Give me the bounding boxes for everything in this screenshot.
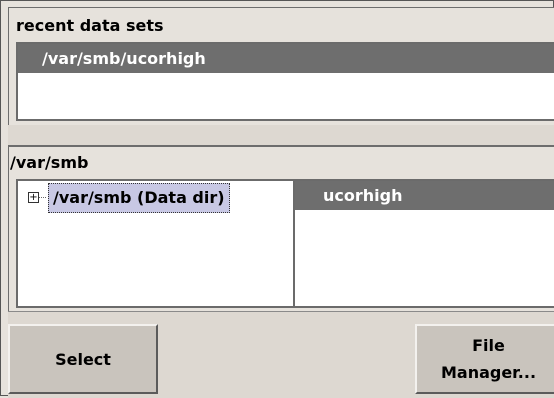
panel-separator bbox=[8, 125, 554, 145]
select-button[interactable]: Select bbox=[8, 324, 158, 394]
select-button-label: Select bbox=[55, 349, 111, 369]
file-manager-button[interactable]: File Manager... bbox=[415, 324, 554, 394]
file-manager-label-line1: File bbox=[472, 336, 505, 355]
recent-data-sets-title: recent data sets bbox=[16, 16, 164, 35]
file-manager-label-line2: Manager... bbox=[440, 363, 537, 382]
directory-tree[interactable]: + /var/smb (Data dir) bbox=[16, 179, 296, 308]
data-set-dialog: recent data sets /var/smb/ucorhigh /var/… bbox=[0, 0, 554, 398]
expand-plus-icon[interactable]: + bbox=[28, 192, 39, 203]
tree-connector-line bbox=[39, 197, 47, 198]
recent-data-sets-panel: recent data sets /var/smb/ucorhigh bbox=[8, 7, 554, 127]
file-list[interactable]: ucorhigh bbox=[293, 179, 554, 308]
directory-panel: /var/smb + /var/smb (Data dir) ucorhigh bbox=[8, 145, 554, 311]
current-directory-path: /var/smb bbox=[10, 153, 89, 172]
tree-node-data-dir[interactable]: /var/smb (Data dir) bbox=[48, 183, 230, 213]
recent-data-sets-list[interactable]: /var/smb/ucorhigh bbox=[16, 42, 554, 121]
recent-list-item[interactable]: /var/smb/ucorhigh bbox=[18, 44, 554, 73]
button-bar: Select File Manager... bbox=[8, 311, 554, 398]
file-list-item[interactable]: ucorhigh bbox=[295, 181, 554, 210]
